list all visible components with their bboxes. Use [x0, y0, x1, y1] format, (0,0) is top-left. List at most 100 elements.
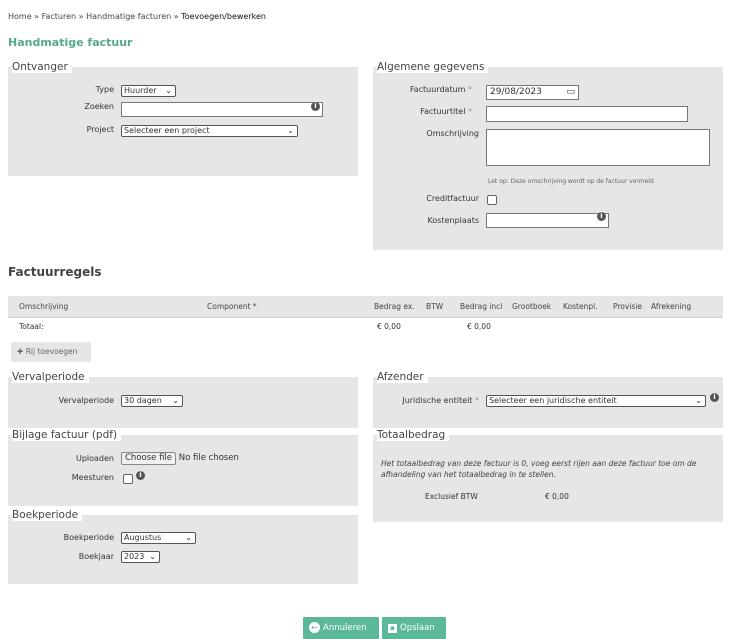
- col-vat: BTW: [426, 302, 444, 311]
- file-status: No file chosen: [178, 453, 239, 463]
- booking-period-select[interactable]: Augustus ⌄: [121, 532, 196, 544]
- required-marker: *: [468, 85, 472, 94]
- recipient-legend: Ontvanger: [12, 61, 72, 73]
- col-commission: Provisie: [613, 302, 643, 311]
- expiry-legend: Vervalperiode: [12, 371, 89, 383]
- description-textarea[interactable]: [486, 129, 710, 166]
- description-label: Omschrijving: [426, 129, 479, 138]
- col-amount-ex: Bedrag ex.: [374, 302, 415, 311]
- expiry-label: Vervalperiode: [58, 396, 114, 405]
- booking-legend: Boekperiode: [12, 509, 83, 521]
- floppy-disk-icon: ▪: [388, 624, 397, 633]
- recipient-panel: [8, 67, 358, 176]
- expiry-select-value: 30 dagen: [124, 396, 162, 405]
- chevron-down-icon: ⌄: [185, 533, 192, 542]
- attachment-legend: Bijlage factuur (pdf): [12, 429, 122, 441]
- breadcrumb-invoices[interactable]: Facturen: [42, 12, 76, 21]
- booking-period-label: Boekperiode: [63, 533, 114, 542]
- cancel-button-label: Annuleren: [323, 623, 367, 633]
- description-note: Let op: Deze omschrijving wordt op de fa…: [488, 178, 654, 185]
- legal-entity-select-value: Selecteer een juridische entiteit: [489, 396, 617, 405]
- search-input[interactable]: [121, 102, 323, 117]
- invoice-lines-header: Omschrijving Component * Bedrag ex. BTW …: [8, 296, 723, 317]
- save-button[interactable]: ▪ Opslaan: [382, 617, 446, 639]
- chevron-down-icon: ⌄: [165, 86, 172, 95]
- arrow-left-circle-icon: ←: [309, 622, 320, 633]
- breadcrumb-separator: »: [173, 12, 179, 21]
- excl-vat-value: € 0,00: [545, 492, 569, 501]
- save-button-label: Opslaan: [400, 623, 435, 633]
- file-upload[interactable]: Choose file No file chosen: [121, 452, 239, 465]
- type-label: Type: [95, 85, 114, 94]
- excl-vat-label: Exclusief BTW: [425, 492, 478, 501]
- invoice-date-input[interactable]: 29/08/2023 ▭: [486, 85, 579, 100]
- chevron-down-icon: ⌄: [172, 396, 179, 405]
- col-settlement: Afrekening: [651, 302, 692, 311]
- credit-invoice-checkbox[interactable]: [487, 195, 497, 205]
- breadcrumb-manual-invoices[interactable]: Handmatige facturen: [86, 12, 171, 21]
- header-divider: [8, 317, 723, 318]
- invoice-date-label-text: Factuurdatum: [409, 85, 466, 94]
- col-ledger: Grootboek: [512, 302, 552, 311]
- invoice-date-value: 29/08/2023: [490, 87, 542, 97]
- page-title: Handmatige factuur: [8, 36, 133, 49]
- booking-period-select-value: Augustus: [124, 533, 162, 542]
- col-cost-center: Kostenpl.: [563, 302, 598, 311]
- invoice-lines-title: Factuurregels: [8, 265, 102, 279]
- invoice-date-label: Factuurdatum *: [390, 85, 472, 94]
- info-icon[interactable]: i: [710, 393, 719, 402]
- booking-panel: [8, 515, 358, 584]
- type-select[interactable]: Huurder ⌄: [121, 85, 176, 97]
- breadcrumb: Home » Facturen » Handmatige facturen » …: [8, 12, 266, 21]
- add-row-label: Rij toevoegen: [25, 347, 78, 356]
- invoice-title-label: Factuurtitel *: [390, 107, 472, 116]
- required-marker: *: [475, 396, 479, 405]
- cancel-button[interactable]: ← Annuleren: [303, 617, 379, 639]
- puzzle-icon: ✚: [17, 347, 24, 356]
- col-amount-incl: Bedrag incl: [460, 302, 503, 311]
- project-label: Project: [86, 125, 114, 134]
- info-icon[interactable]: i: [136, 471, 145, 480]
- chevron-down-icon: ⌄: [149, 552, 156, 561]
- send-along-label: Meesturen: [71, 473, 114, 482]
- choose-file-button[interactable]: Choose file: [121, 452, 177, 465]
- total-amount-incl: € 0,00: [467, 322, 491, 331]
- search-label: Zoeken: [84, 102, 114, 111]
- type-select-value: Huurder: [124, 86, 157, 95]
- breadcrumb-separator: »: [78, 12, 84, 21]
- total-amount-ex: € 0,00: [377, 322, 401, 331]
- col-component: Component *: [207, 302, 257, 311]
- sender-legend: Afzender: [377, 371, 428, 383]
- col-description: Omschrijving: [19, 302, 69, 311]
- chevron-down-icon: ⌄: [695, 396, 702, 405]
- breadcrumb-separator: »: [34, 12, 40, 21]
- calendar-icon[interactable]: ▭: [566, 87, 575, 97]
- add-row-button[interactable]: ✚ Rij toevoegen: [11, 342, 91, 362]
- invoice-title-input[interactable]: [486, 106, 688, 122]
- expiry-select[interactable]: 30 dagen ⌄: [121, 395, 183, 407]
- total-note: Het totaalbedrag van deze factuur is 0, …: [381, 459, 697, 479]
- total-legend: Totaalbedrag: [377, 429, 450, 441]
- legal-entity-label-text: Juridische entiteit: [402, 396, 473, 405]
- required-marker: *: [468, 107, 472, 116]
- cost-center-input[interactable]: [486, 213, 609, 228]
- booking-year-select-value: 2023: [124, 552, 145, 561]
- legal-entity-label: Juridische entiteit *: [390, 396, 479, 405]
- info-icon[interactable]: i: [311, 102, 320, 111]
- booking-year-label: Boekjaar: [78, 552, 114, 561]
- cost-center-label: Kostenplaats: [427, 216, 479, 225]
- credit-invoice-label: Creditfactuur: [426, 194, 479, 203]
- breadcrumb-home[interactable]: Home: [8, 12, 32, 21]
- upload-label: Uploaden: [75, 454, 114, 463]
- breadcrumb-current: Toevoegen/bewerken: [181, 12, 266, 21]
- attachment-panel: [8, 435, 358, 506]
- chevron-down-icon: ⌄: [287, 126, 294, 135]
- general-legend: Algemene gegevens: [377, 61, 489, 73]
- booking-year-select[interactable]: 2023 ⌄: [121, 551, 160, 563]
- project-select-value: Selecteer een project: [124, 126, 210, 135]
- invoice-title-label-text: Factuurtitel: [420, 107, 466, 116]
- legal-entity-select[interactable]: Selecteer een juridische entiteit ⌄: [486, 395, 706, 407]
- send-along-checkbox[interactable]: [123, 474, 133, 484]
- project-select[interactable]: Selecteer een project ⌄: [121, 125, 298, 137]
- info-icon[interactable]: i: [597, 212, 606, 221]
